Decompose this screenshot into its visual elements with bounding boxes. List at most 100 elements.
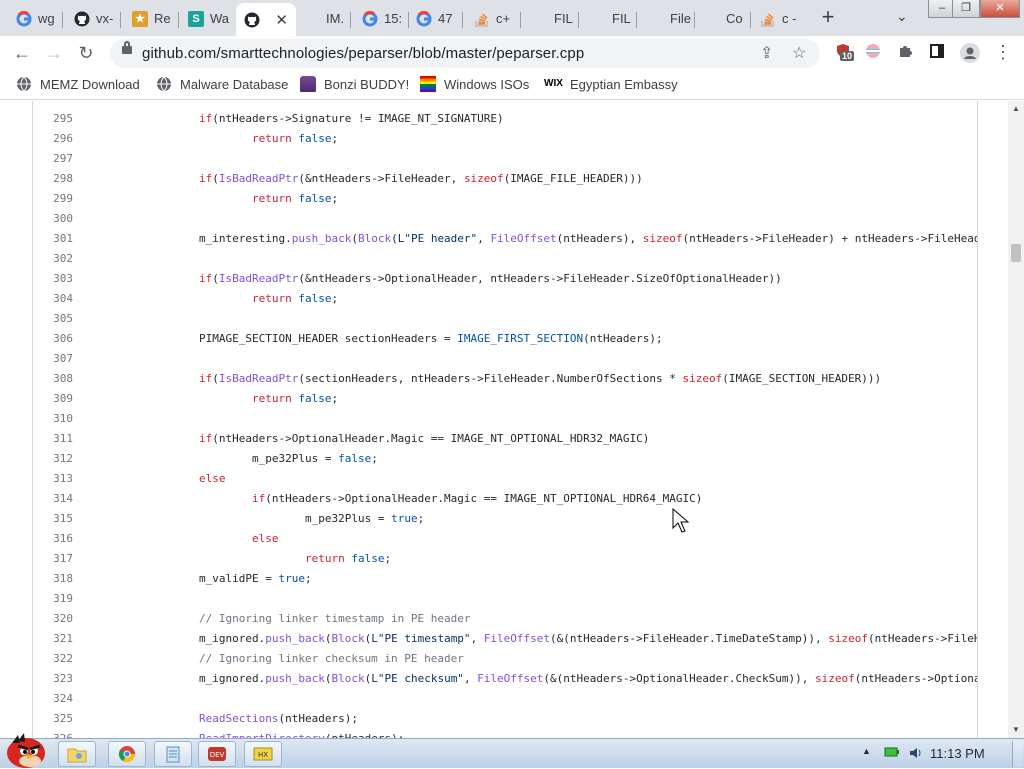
line-number[interactable]: 309 (33, 389, 73, 409)
bookmark-item[interactable]: Malware Database (156, 76, 288, 92)
line-number[interactable]: 315 (33, 509, 73, 529)
browser-toolbar: ← → ↻ github.com/smarttechnologies/pepar… (0, 36, 1024, 70)
line-number[interactable]: 318 (33, 569, 73, 589)
taskbar-hex-editor-button[interactable]: HX (244, 741, 282, 767)
taskbar-explorer-button[interactable] (58, 741, 96, 767)
line-number[interactable]: 295 (33, 109, 73, 129)
lock-icon[interactable] (122, 41, 132, 54)
tab-title: Re (154, 11, 171, 26)
line-number[interactable]: 301 (33, 229, 73, 249)
code-text: PIMAGE_SECTION_HEADER sectionHeaders = I… (199, 329, 663, 349)
bookmark-star-icon[interactable]: ☆ (792, 43, 806, 63)
scrollbar-thumb[interactable] (1011, 244, 1021, 262)
close-window-button[interactable]: ✕ (980, 0, 1020, 18)
line-number[interactable]: 296 (33, 129, 73, 149)
tab-9[interactable]: FIL (524, 5, 576, 32)
line-number[interactable]: 323 (33, 669, 73, 689)
taskbar-clock[interactable]: 11:13 PM (930, 746, 985, 761)
tray-expand-icon[interactable]: ▲ (862, 746, 871, 756)
bookmark-item[interactable]: Bonzi BUDDY! (300, 76, 409, 92)
line-number[interactable]: 313 (33, 469, 73, 489)
line-number[interactable]: 304 (33, 289, 73, 309)
code-token: ( (212, 172, 219, 185)
line-number[interactable]: 322 (33, 649, 73, 669)
taskbar-notepad-button[interactable] (154, 741, 192, 767)
line-number[interactable]: 298 (33, 169, 73, 189)
forward-button[interactable]: → (42, 41, 66, 65)
line-number[interactable]: 299 (33, 189, 73, 209)
line-number[interactable]: 317 (33, 549, 73, 569)
extension-flag-icon[interactable] (864, 43, 882, 61)
bookmark-item[interactable]: MEMZ Download (16, 76, 140, 92)
new-tab-button[interactable]: + (816, 6, 840, 30)
wix-icon: WIX (544, 78, 563, 89)
tab-0[interactable]: wg (8, 5, 60, 32)
line-number[interactable]: 297 (33, 149, 73, 169)
line-number[interactable]: 302 (33, 249, 73, 269)
address-bar[interactable]: github.com/smarttechnologies/peparser/bl… (110, 39, 820, 68)
tray-volume-icon[interactable] (908, 746, 924, 763)
code-line: 319 (33, 589, 973, 609)
line-number[interactable]: 316 (33, 529, 73, 549)
code-text: ReadImportDirectory(ntHeaders); (199, 729, 404, 738)
tab-title: 47 (438, 11, 453, 26)
tab-close-icon[interactable]: ✕ (275, 11, 288, 29)
tab-5[interactable]: IM. (296, 5, 348, 32)
line-number[interactable]: 300 (33, 209, 73, 229)
line-number[interactable]: 311 (33, 429, 73, 449)
url-text[interactable]: github.com/smarttechnologies/peparser/bl… (142, 45, 584, 62)
share-icon[interactable]: ⇪ (760, 43, 773, 63)
taskbar-devcpp-button[interactable]: DEV (198, 741, 236, 767)
line-number[interactable]: 305 (33, 309, 73, 329)
tab-search-button[interactable]: ⌄ (896, 8, 908, 25)
tab-4[interactable]: ✕ (236, 3, 296, 36)
line-number[interactable]: 303 (33, 269, 73, 289)
line-number[interactable]: 319 (33, 589, 73, 609)
line-number[interactable]: 310 (33, 409, 73, 429)
tab-title: 15: (384, 11, 403, 26)
line-number[interactable]: 314 (33, 489, 73, 509)
taskbar-chrome-button[interactable] (108, 741, 146, 767)
tab-7[interactable]: 47 (408, 5, 460, 32)
back-button[interactable]: ← (10, 41, 34, 65)
reload-button[interactable]: ↻ (74, 41, 98, 65)
tab-10[interactable]: FIL (582, 5, 634, 32)
tab-8[interactable]: c+ (466, 5, 518, 32)
bookmark-item[interactable]: WIX Egyptian Embassy (544, 76, 678, 92)
microsoft-icon (590, 11, 606, 27)
line-number[interactable]: 308 (33, 369, 73, 389)
scroll-down-arrow-icon[interactable]: ▼ (1008, 722, 1024, 738)
line-number[interactable]: 321 (33, 629, 73, 649)
code-token: return (252, 392, 292, 405)
line-number[interactable]: 325 (33, 709, 73, 729)
side-panel-icon[interactable] (928, 43, 946, 61)
vertical-scrollbar[interactable]: ▲ ▼ (1008, 101, 1024, 738)
line-number[interactable]: 320 (33, 609, 73, 629)
bookmark-item[interactable]: Windows ISOs (420, 76, 529, 92)
start-angry-bird-icon[interactable] (4, 731, 48, 769)
tab-1[interactable]: vx- (66, 5, 118, 32)
tab-13[interactable]: c - (752, 5, 804, 32)
tab-2[interactable]: ★ Re (124, 5, 176, 32)
line-number[interactable]: 312 (33, 449, 73, 469)
app-icon: ★ (132, 10, 148, 27)
line-number[interactable]: 307 (33, 349, 73, 369)
bonzi-icon (300, 76, 316, 92)
line-number[interactable]: 306 (33, 329, 73, 349)
tray-battery-icon[interactable] (884, 746, 900, 761)
code-text: // Ignoring linker timestamp in PE heade… (199, 609, 471, 629)
extensions-puzzle-icon[interactable] (896, 43, 914, 61)
profile-avatar-icon[interactable] (960, 43, 980, 63)
chrome-menu-icon[interactable]: ⋮ (994, 43, 1012, 61)
tab-11[interactable]: File (640, 5, 692, 32)
line-number[interactable]: 324 (33, 689, 73, 709)
restore-button[interactable]: ❐ (952, 0, 980, 18)
extension-badge: 10 (840, 51, 855, 61)
code-text: return false; (252, 189, 338, 209)
tab-3[interactable]: S Wa (180, 5, 232, 32)
show-desktop-button[interactable] (1012, 741, 1023, 767)
scroll-up-arrow-icon[interactable]: ▲ (1008, 101, 1024, 117)
tab-6[interactable]: 15: (354, 5, 406, 32)
code-token: (IMAGE_SECTION_HEADER))) (722, 372, 882, 385)
tab-12[interactable]: Co (696, 5, 748, 32)
